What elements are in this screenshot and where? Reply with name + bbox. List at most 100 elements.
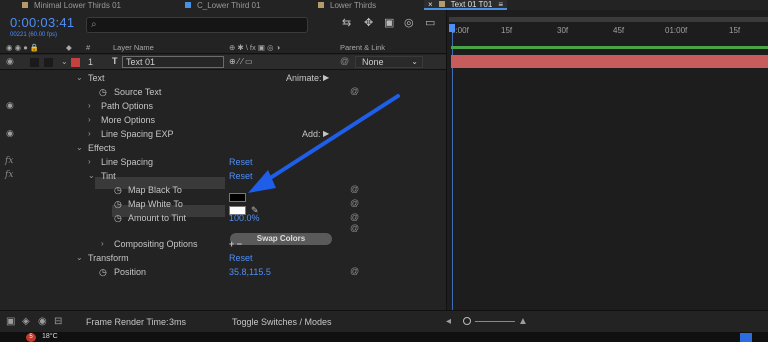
- expand-caret-icon[interactable]: ›: [88, 157, 91, 166]
- reset-link[interactable]: Reset: [229, 171, 253, 181]
- chevron-down-icon[interactable]: ⌄: [61, 57, 68, 66]
- layer-switches[interactable]: ⊕ ⁄ ⁄ ▭: [229, 57, 253, 66]
- expand-caret-icon[interactable]: ›: [88, 101, 91, 110]
- tab-lower-thirds[interactable]: Lower Thirds: [318, 0, 376, 10]
- current-time-indicator-head[interactable]: [449, 24, 455, 32]
- stopwatch-icon[interactable]: ◷: [99, 267, 107, 278]
- stopwatch-icon[interactable]: ◷: [114, 199, 122, 210]
- menu-icon[interactable]: ≡: [498, 0, 503, 9]
- reset-link[interactable]: Reset: [229, 253, 253, 263]
- layer-switches-toggle-icon[interactable]: ▣: [6, 316, 15, 327]
- line-spacing-exp-row[interactable]: ◉ › Line Spacing EXP Add: ▶: [0, 127, 446, 141]
- tint-label: Tint: [101, 171, 116, 181]
- shy-layers-icon[interactable]: ▣: [384, 16, 394, 29]
- position-value[interactable]: 35.8,115.5: [229, 267, 271, 277]
- reset-link[interactable]: Reset: [229, 157, 253, 167]
- compositing-add-remove[interactable]: + −: [229, 239, 242, 249]
- close-icon[interactable]: ×: [428, 0, 433, 9]
- stopwatch-icon[interactable]: ◷: [114, 185, 122, 196]
- motion-blur-icon[interactable]: ◎: [404, 16, 414, 29]
- tab-label: Text 01 T01: [450, 0, 493, 9]
- timeline-graph-area[interactable]: 0:00f 15f 30f 45f 01:00f 15f: [446, 10, 768, 310]
- visibility-eye-icon[interactable]: ◉: [6, 100, 14, 111]
- pick-whip-icon[interactable]: @: [340, 56, 349, 66]
- amount-to-tint-row[interactable]: ◷ Amount to Tint 100.0% @: [0, 211, 446, 225]
- zoom-in-icon[interactable]: ▲: [518, 316, 528, 327]
- parent-select[interactable]: None ⌄: [355, 56, 423, 68]
- layer-name-field[interactable]: Text 01: [122, 56, 224, 68]
- expression-pickwhip-icon[interactable]: @: [350, 184, 359, 194]
- fx-icon[interactable]: fx: [5, 170, 13, 180]
- tab-c-lower-third[interactable]: C_Lower Third 01: [185, 0, 260, 10]
- expand-caret-icon[interactable]: ›: [88, 129, 91, 138]
- stopwatch-icon[interactable]: ◷: [99, 87, 107, 98]
- timeline-layer-panel: 0:00:03:41 00221 (60.00 fps) ⌕ ⇆ ✥ ▣ ◎ ▭…: [0, 10, 446, 310]
- time-ruler[interactable]: 0:00f 15f 30f 45f 01:00f 15f: [447, 24, 768, 44]
- draft-3d-icon[interactable]: ✥: [364, 16, 373, 29]
- ruler-tick-label: 01:00f: [665, 26, 688, 35]
- transform-group-row[interactable]: ⌄ Transform Reset: [0, 251, 446, 265]
- in-out-panel-icon[interactable]: ◉: [38, 316, 47, 327]
- amount-to-tint-value[interactable]: 100.0%: [229, 213, 260, 223]
- map-black-row[interactable]: ◷ Map Black To @: [0, 183, 446, 197]
- lock-toggle[interactable]: [44, 58, 53, 67]
- layer-duration-bar[interactable]: [451, 55, 768, 68]
- graph-editor-icon[interactable]: ▭: [425, 16, 435, 29]
- fx-icon[interactable]: fx: [5, 156, 13, 166]
- expression-pickwhip-icon[interactable]: @: [350, 223, 359, 233]
- effects-label: Effects: [88, 143, 116, 153]
- zoom-slider-knob[interactable]: [463, 317, 471, 325]
- layer-label-color[interactable]: [71, 58, 80, 67]
- expression-pickwhip-icon[interactable]: @: [350, 198, 359, 208]
- expand-caret-icon[interactable]: ⌄: [88, 171, 95, 180]
- layer-name-column-header[interactable]: Layer Name: [113, 43, 154, 52]
- render-time-icon[interactable]: ⊟: [54, 316, 62, 327]
- compositing-options-row[interactable]: › Compositing Options + −: [0, 237, 446, 251]
- weather-badge[interactable]: 5: [26, 333, 36, 342]
- expand-caret-icon[interactable]: ›: [101, 239, 104, 248]
- expand-caret-icon[interactable]: ›: [88, 115, 91, 124]
- stopwatch-icon[interactable]: ◷: [114, 213, 122, 224]
- path-options-row[interactable]: ◉ › Path Options: [0, 99, 446, 113]
- map-white-row[interactable]: ◷ Map White To @: [0, 197, 446, 211]
- tab-minimal-lower-thirds[interactable]: Minimal Lower Thirds 01: [22, 0, 121, 10]
- taskbar-app-icon[interactable]: [740, 333, 752, 342]
- toggle-switches-modes-button[interactable]: Toggle Switches / Modes: [232, 317, 332, 327]
- transfer-controls-icon[interactable]: ◈: [22, 316, 30, 327]
- more-options-row[interactable]: › More Options: [0, 113, 446, 127]
- expand-caret-icon[interactable]: ⌄: [76, 143, 83, 152]
- compositing-options-label: Compositing Options: [114, 239, 198, 249]
- transform-label: Transform: [88, 253, 129, 263]
- expand-caret-icon[interactable]: ⌄: [76, 253, 83, 262]
- source-text-row[interactable]: ◷ Source Text @: [0, 85, 446, 99]
- tint-effect-row[interactable]: fx ⌄ Tint Reset: [0, 169, 446, 183]
- layer-search-input[interactable]: ⌕: [86, 17, 308, 33]
- expression-pickwhip-icon[interactable]: @: [350, 266, 359, 276]
- current-time-indicator-line: [452, 32, 453, 310]
- frame-render-label: Frame Render Time:: [86, 317, 169, 327]
- zoom-out-icon[interactable]: ◂: [446, 316, 451, 327]
- work-area-bar[interactable]: [449, 17, 768, 22]
- expression-pickwhip-icon[interactable]: @: [350, 212, 359, 222]
- comp-flowchart-icon[interactable]: ⇆: [342, 16, 351, 29]
- visibility-eye-icon[interactable]: ◉: [6, 128, 14, 139]
- zoom-slider-track[interactable]: [475, 321, 515, 322]
- expression-pickwhip-icon[interactable]: @: [350, 86, 359, 96]
- text-group-row[interactable]: ⌄ Text Animate: ▶: [0, 71, 446, 85]
- effects-group-row[interactable]: ⌄ Effects: [0, 141, 446, 155]
- solo-toggle[interactable]: [30, 58, 39, 67]
- add-menu-icon[interactable]: ▶: [323, 129, 329, 138]
- visibility-eye-icon[interactable]: ◉: [6, 56, 14, 67]
- animate-menu-icon[interactable]: ▶: [323, 73, 329, 82]
- line-spacing-effect-row[interactable]: fx › Line Spacing Reset: [0, 155, 446, 169]
- tab-text-01-t01[interactable]: × Text 01 T01 ≡: [424, 0, 507, 10]
- position-row[interactable]: ◷ Position 35.8,115.5 @: [0, 265, 446, 279]
- weather-temperature: 18°C: [42, 333, 58, 340]
- parent-select-value: None: [362, 57, 384, 67]
- tab-label: Lower Thirds: [330, 0, 377, 10]
- current-time-display[interactable]: 0:00:03:41: [10, 15, 74, 30]
- frame-render-value: 3ms: [169, 317, 187, 327]
- ruler-tick-label: 45f: [613, 26, 625, 35]
- layer-row-text-01[interactable]: ◉ ⌄ 1 T Text 01 ⊕ ⁄ ⁄ ▭ @ None ⌄: [0, 55, 446, 70]
- expand-caret-icon[interactable]: ⌄: [76, 73, 83, 82]
